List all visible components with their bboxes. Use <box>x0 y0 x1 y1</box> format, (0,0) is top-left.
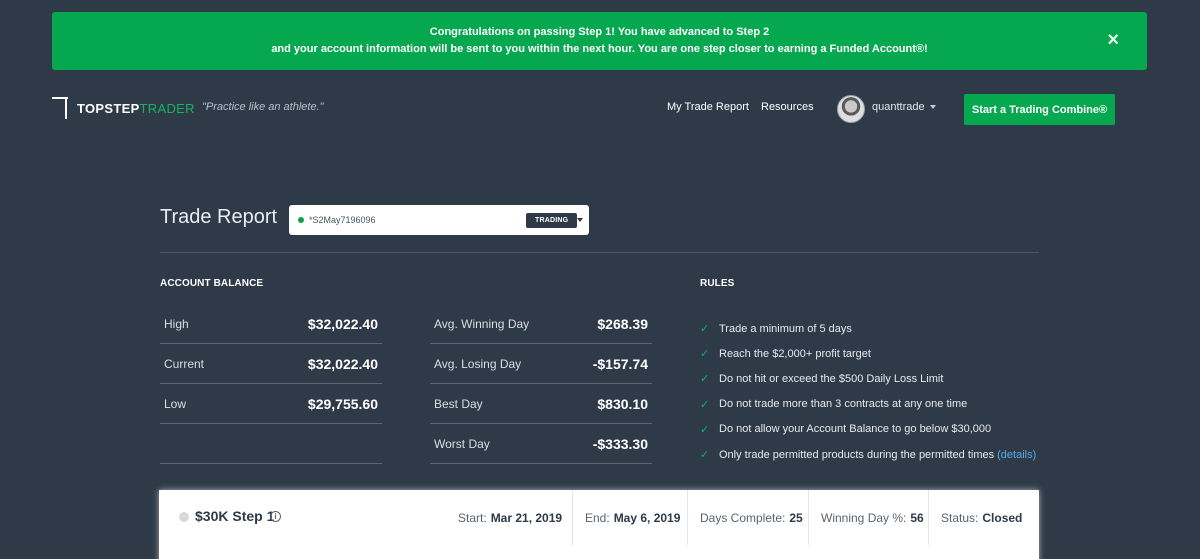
chevron-down-icon <box>929 105 936 109</box>
close-icon[interactable]: × <box>1107 30 1119 50</box>
rule-text: Trade a minimum of 5 days <box>719 322 852 335</box>
stat-value: -$157.74 <box>592 355 648 372</box>
check-icon: ✓ <box>700 449 710 462</box>
rules-list: ✓ Trade a minimum of 5 days ✓ Reach the $2… <box>700 316 1036 467</box>
table-row: Avg. Winning Day $268.39 <box>430 304 652 344</box>
end-label: End: <box>585 510 610 525</box>
banner-line-1: Congratulations on passing Step 1! You h… <box>429 26 770 38</box>
stat-value: -$333.30 <box>592 435 648 452</box>
divider <box>160 252 1039 253</box>
start-date: Start: Mar 21, 2019 <box>446 490 574 545</box>
list-item: ✓ Reach the $2,000+ profit target <box>700 341 1036 366</box>
step-card: $30K Step 1 i Start: Mar 21, 2019 End: May… <box>159 490 1039 559</box>
rule-text: Do not allow your Account Balance to go … <box>719 423 992 436</box>
banner-line-2: and your account information will be sen… <box>271 43 928 55</box>
logo-text-topstep: TOPSTEP <box>77 100 140 116</box>
rule-text: Reach the $2,000+ profit target <box>719 347 871 360</box>
list-item: ✓ Do not hit or exceed the $500 Daily Los… <box>700 366 1036 391</box>
days-complete: Days Complete: 25 <box>687 490 815 545</box>
rules-heading: RULES <box>700 278 735 289</box>
step-title: $30K Step 1 <box>195 508 275 524</box>
table-row: High $32,022.40 <box>160 304 382 344</box>
win-value: 56 <box>910 510 924 525</box>
success-banner: Congratulations on passing Step 1! You h… <box>52 12 1147 70</box>
stat-label: High <box>164 316 189 331</box>
days-label: Days Complete: <box>700 510 786 525</box>
user-menu[interactable]: quanttrade <box>872 101 936 113</box>
account-select[interactable]: *S2May7196096 TRADING <box>289 205 589 235</box>
status-label: Status: <box>941 510 979 525</box>
status-value: Closed <box>982 510 1023 525</box>
table-row: Avg. Losing Day -$157.74 <box>430 344 652 384</box>
nav-resources[interactable]: Resources <box>761 101 814 113</box>
stat-value: $268.39 <box>597 315 648 332</box>
logo[interactable]: TOPSTEPTRADER <box>52 97 195 119</box>
start-trading-combine-button[interactable]: Start a Trading Combine® <box>964 94 1115 125</box>
list-item: ✓ Only trade permitted products during th… <box>700 442 1036 467</box>
chevron-down-icon[interactable] <box>577 218 583 222</box>
table-row: Low $29,755.60 <box>160 384 382 424</box>
account-balance-heading: ACCOUNT BALANCE <box>160 278 264 289</box>
table-row-empty <box>160 424 382 464</box>
check-icon: ✓ <box>700 373 710 386</box>
start-label: Start: <box>458 510 487 525</box>
account-id: *S2May7196096 <box>309 215 376 225</box>
details-link[interactable]: (details) <box>997 449 1036 461</box>
tagline: "Practice like an athlete." <box>202 101 324 113</box>
list-item: ✓ Trade a minimum of 5 days <box>700 316 1036 341</box>
list-item: ✓ Do not trade more than 3 contracts at a… <box>700 392 1036 417</box>
username: quanttrade <box>872 101 925 113</box>
status-badge: TRADING <box>526 213 578 228</box>
stat-label: Current <box>164 356 205 371</box>
table-row: Worst Day -$333.30 <box>430 424 652 464</box>
check-icon: ✓ <box>700 348 710 361</box>
win-label: Winning Day %: <box>821 510 907 525</box>
stat-value: $29,755.60 <box>307 395 378 412</box>
stat-label: Worst Day <box>434 436 490 451</box>
table-row: Current $32,022.40 <box>160 344 382 384</box>
logo-text-trader: TRADER <box>139 100 195 116</box>
start-value: Mar 21, 2019 <box>490 510 563 525</box>
nav-my-trade-report[interactable]: My Trade Report <box>667 101 749 113</box>
stat-label: Avg. Winning Day <box>434 316 530 331</box>
avatar[interactable] <box>837 95 865 123</box>
stat-value: $830.10 <box>597 395 648 412</box>
status: Status: Closed <box>928 490 1034 545</box>
stat-value: $32,022.40 <box>307 355 378 372</box>
end-value: May 6, 2019 <box>613 510 681 525</box>
info-icon[interactable]: i <box>270 511 281 522</box>
list-item: ✓ Do not allow your Account Balance to go… <box>700 417 1036 442</box>
rule-text: Do not trade more than 3 contracts at an… <box>719 398 968 411</box>
end-date: End: May 6, 2019 <box>572 490 692 545</box>
page-title: Trade Report <box>160 206 278 228</box>
stat-label: Avg. Losing Day <box>434 356 522 371</box>
stat-value: $32,022.40 <box>307 315 378 332</box>
rule-text: Do not hit or exceed the $500 Daily Loss… <box>719 372 944 385</box>
winning-day-pct: Winning Day %: 56 <box>808 490 936 545</box>
rule-text: Only trade permitted products during the… <box>719 448 995 461</box>
stat-label: Low <box>164 396 187 411</box>
check-icon: ✓ <box>700 323 710 336</box>
daily-stats-table: Avg. Winning Day $268.39 Avg. Losing Day… <box>430 304 652 464</box>
days-value: 25 <box>789 510 803 525</box>
check-icon: ✓ <box>700 398 710 411</box>
account-balance-table: High $32,022.40 Current $32,022.40 Low $… <box>160 304 382 464</box>
logo-text: TOPSTEPTRADER <box>77 101 195 116</box>
active-status-dot-icon <box>298 217 304 223</box>
logo-mark-icon <box>52 97 68 119</box>
check-icon: ✓ <box>700 423 710 436</box>
status-dot-icon <box>179 512 189 522</box>
table-row: Best Day $830.10 <box>430 384 652 424</box>
stat-label: Best Day <box>434 396 483 411</box>
